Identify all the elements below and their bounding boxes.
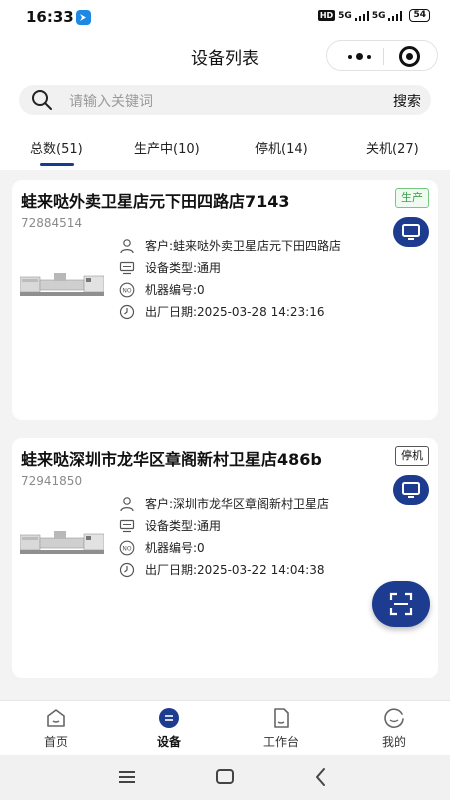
type-row: 设备类型:通用: [119, 516, 419, 536]
status-badge: 生产: [395, 188, 429, 208]
nav-label: 工作台: [262, 735, 299, 749]
user-icon: [120, 239, 134, 254]
device-card[interactable]: 蛙来哒外卖卫星店元下田四路店7143 生产 72884514 客户:蛙来哒外卖卫…: [12, 180, 438, 420]
scan-button[interactable]: [372, 581, 430, 627]
device-card[interactable]: 蛙来哒深圳市龙华区章阁新村卫星店486b 停机 72941850 客户:深圳市龙…: [12, 438, 438, 678]
search-input[interactable]: 请输入关键词: [69, 91, 153, 111]
tab-total[interactable]: 总数(51): [30, 138, 83, 157]
machine-no-row: NO 机器编号:0: [119, 538, 419, 558]
mini-program-capsule: [326, 40, 438, 71]
user-icon: [120, 497, 134, 512]
machine-no-row: NO 机器编号:0: [119, 280, 419, 300]
signal-bars-icon: [354, 10, 369, 21]
device-code: 72941850: [21, 474, 83, 488]
search-icon: [32, 90, 52, 110]
tab-shutdown[interactable]: 关机(27): [366, 138, 419, 157]
signal-bars-icon: [388, 10, 403, 21]
nav-label: 首页: [43, 735, 68, 749]
device-code: 72884514: [21, 216, 83, 230]
date-row: 出厂日期:2025-03-22 14:04:38: [119, 560, 419, 580]
back-icon[interactable]: [312, 765, 330, 789]
nav-device[interactable]: 设备: [139, 707, 199, 750]
hd-badge: HD: [317, 10, 336, 21]
signal-label-2: 5G: [371, 10, 386, 21]
more-icon[interactable]: [339, 41, 379, 72]
machine-no-text: 机器编号:0: [145, 283, 205, 297]
nav-profile[interactable]: 我的: [364, 707, 424, 750]
tab-producing[interactable]: 生产中(10): [134, 138, 200, 157]
search-button[interactable]: 搜索: [393, 91, 421, 111]
clock-icon: [119, 304, 135, 320]
type-text: 设备类型:通用: [145, 261, 222, 275]
device-type-icon: [119, 519, 135, 533]
nav-label: 我的: [381, 735, 406, 749]
type-text: 设备类型:通用: [145, 519, 222, 533]
system-nav-bar: [0, 755, 450, 800]
device-name: 蛙来哒外卖卫星店元下田四路店7143: [21, 192, 290, 211]
device-type-icon: [119, 261, 135, 275]
customer-text: 客户:蛙来哒外卖卫星店元下田四路店: [145, 239, 342, 253]
status-bar: 16:33 HD 5G 5G 54: [0, 0, 450, 34]
status-badge: 停机: [395, 446, 429, 466]
svg-text:NO: NO: [122, 287, 131, 294]
nav-workbench[interactable]: 工作台: [251, 707, 311, 750]
machine-image: [20, 273, 104, 296]
menu-icon[interactable]: [117, 765, 137, 789]
nav-home[interactable]: 首页: [26, 707, 86, 750]
nav-label: 设备: [156, 735, 181, 749]
device-icon: [159, 708, 179, 728]
capsule-divider: [383, 48, 384, 65]
tab-stopped[interactable]: 停机(14): [255, 138, 308, 157]
status-tabs: 总数(51) 生产中(10) 停机(14) 关机(27): [0, 134, 450, 170]
notification-app-icon: [76, 10, 91, 25]
factory-date-text: 出厂日期:2025-03-22 14:04:38: [145, 563, 325, 577]
status-indicators: HD 5G 5G 54: [317, 9, 430, 22]
svg-text:NO: NO: [122, 545, 131, 552]
customer-text: 客户:深圳市龙华区章阁新村卫星店: [145, 497, 330, 511]
bottom-nav: 首页 设备 工作台 我的: [0, 700, 450, 755]
clock-icon: [119, 562, 135, 578]
machine-no-text: 机器编号:0: [145, 541, 205, 555]
customer-row: 客户:蛙来哒外卖卫星店元下田四路店: [119, 236, 419, 256]
date-row: 出厂日期:2025-03-28 14:23:16: [119, 302, 419, 322]
search-and-tabs: 请输入关键词 搜索 总数(51) 生产中(10) 停机(14) 关机(27): [0, 76, 450, 170]
battery-indicator: 54: [409, 9, 430, 22]
number-icon: NO: [119, 540, 135, 556]
active-tab-indicator: [40, 163, 74, 166]
home-icon: [47, 709, 65, 727]
home-square-icon[interactable]: [215, 765, 235, 789]
close-icon[interactable]: [399, 46, 420, 67]
type-row: 设备类型:通用: [119, 258, 419, 278]
scan-icon: [389, 592, 413, 616]
signal-label-1: 5G: [338, 10, 352, 21]
factory-date-text: 出厂日期:2025-03-28 14:23:16: [145, 305, 325, 319]
number-icon: NO: [119, 282, 135, 298]
machine-image: [20, 531, 104, 554]
status-time: 16:33: [26, 8, 74, 26]
workbench-icon: [274, 708, 289, 728]
search-bar: 请输入关键词 搜索: [19, 85, 431, 115]
title-bar: 设备列表: [0, 34, 450, 76]
profile-icon: [384, 708, 404, 728]
device-name: 蛙来哒深圳市龙华区章阁新村卫星店486b: [21, 450, 322, 469]
customer-row: 客户:深圳市龙华区章阁新村卫星店: [119, 494, 419, 514]
